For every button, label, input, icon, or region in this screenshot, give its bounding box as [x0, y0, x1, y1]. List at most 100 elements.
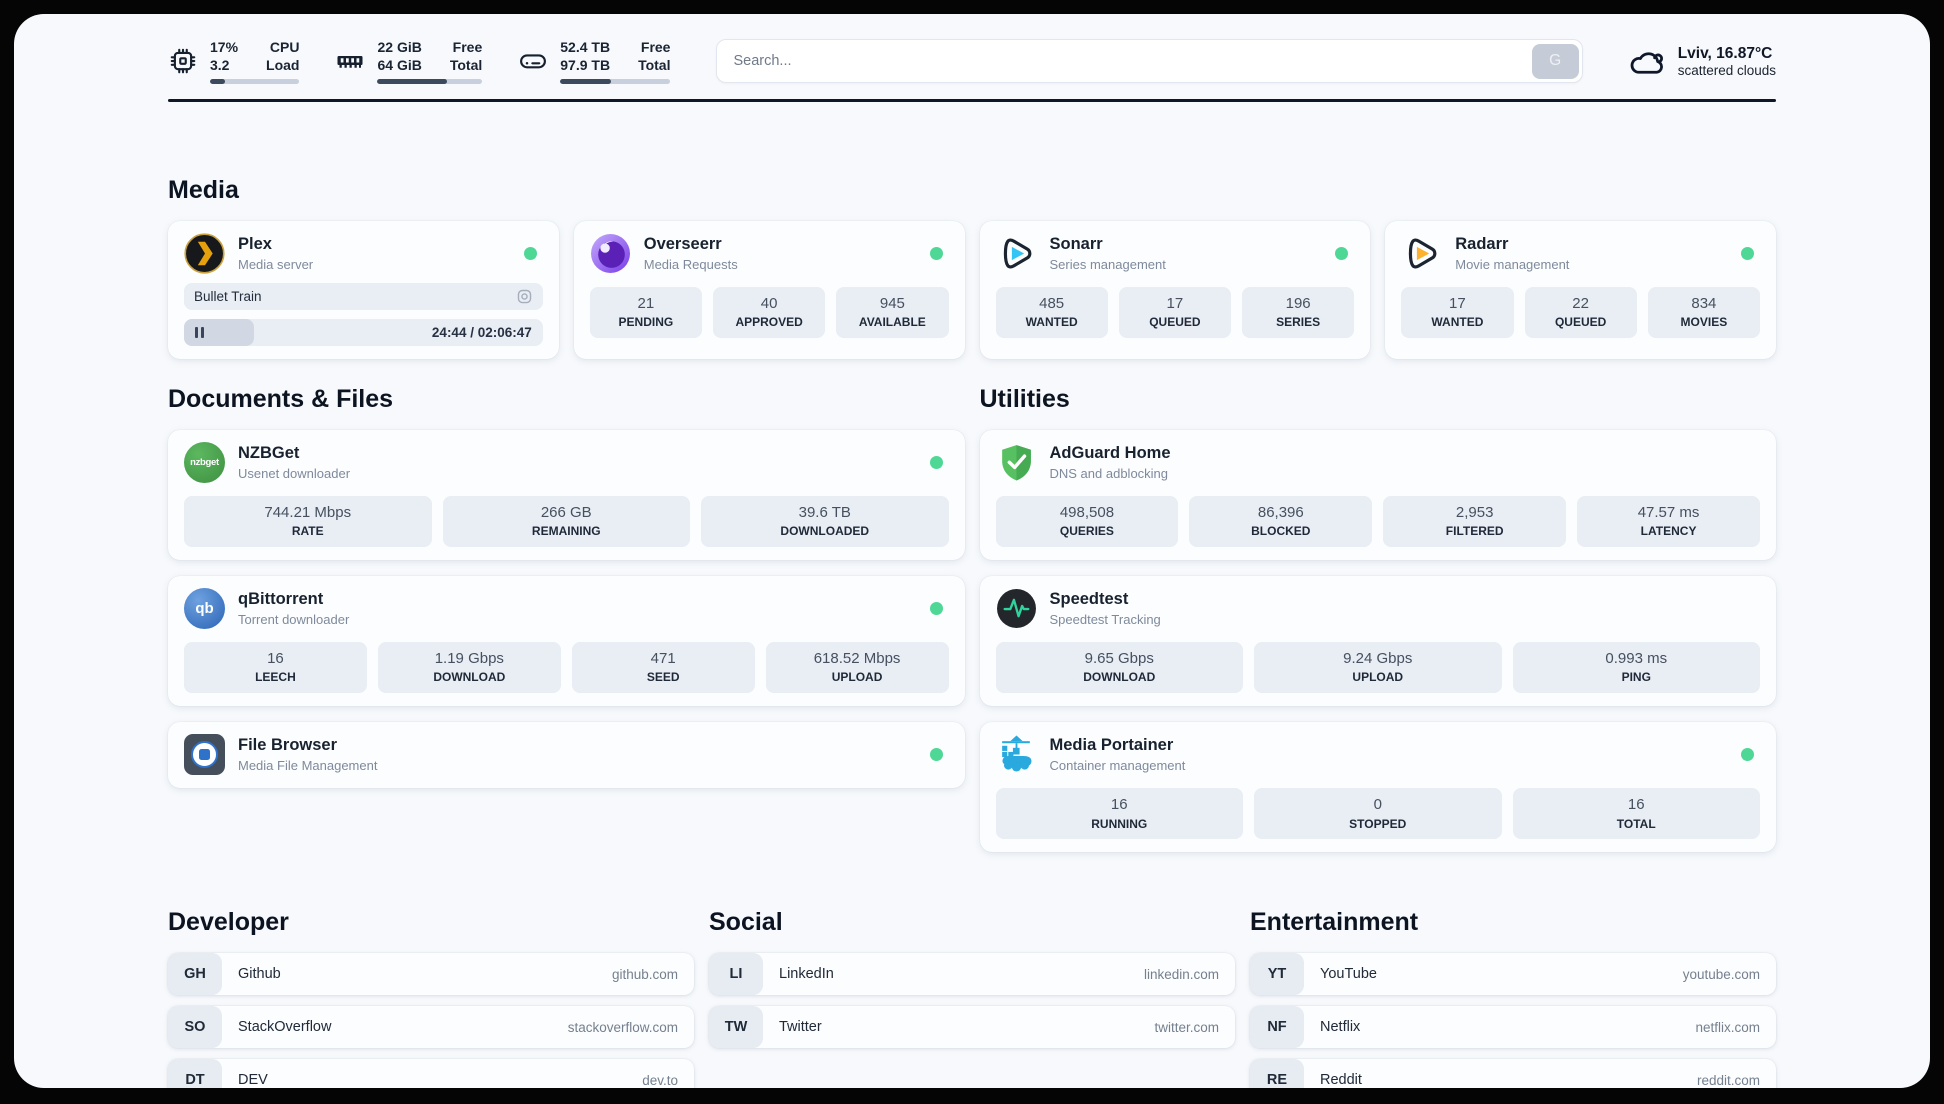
stat-label: DOWNLOAD — [1083, 670, 1156, 685]
link-abbr-badge: YT — [1250, 953, 1304, 996]
stat-row: 21 PENDING 40 APPROVED 945 AVAILABLE — [589, 286, 949, 338]
cpu-chip-icon — [168, 46, 198, 76]
weather-widget[interactable]: Lviv, 16.87°C scattered clouds — [1629, 43, 1776, 80]
stat-label: UPLOAD — [831, 670, 883, 685]
stat-value: 17 — [1449, 294, 1466, 312]
card-header: Media Portainer Container management — [996, 734, 1761, 775]
card-titles: Media Portainer Container management — [1050, 736, 1186, 773]
stat-label: QUEUED — [1149, 315, 1201, 330]
stat-label: BLOCKED — [1251, 524, 1311, 539]
stat-box: 47.57 ms LATENCY — [1577, 495, 1760, 547]
section-title-utilities: Utilities — [979, 384, 1070, 413]
system-stats: 17% CPU 3.2 Load 22 GiB Free 64 GiB Tota… — [168, 38, 671, 85]
service-card-file-browser[interactable]: File Browser Media File Management — [168, 722, 965, 789]
link-name: LinkedIn — [779, 966, 834, 983]
card-titles: Plex Media server — [238, 235, 313, 272]
memory-total-value: 64 GiB — [377, 57, 422, 74]
disk-total-value: 97.9 TB — [560, 57, 611, 74]
pause-icon[interactable] — [195, 326, 205, 338]
cpu-load-label: Load — [266, 57, 300, 74]
link-name: Reddit — [1320, 1072, 1362, 1088]
service-subtitle: Container management — [1049, 757, 1186, 773]
stat-label: SEED — [646, 670, 680, 685]
memory-free-value: 22 GiB — [377, 39, 422, 55]
now-playing-title: Bullet Train — [194, 288, 262, 304]
stat-label: REMAINING — [531, 524, 601, 539]
link-name: Github — [238, 966, 281, 983]
link-row-youtube[interactable]: YT YouTube youtube.com — [1250, 953, 1776, 996]
cast-icon[interactable] — [516, 288, 533, 305]
service-card-sonarr[interactable]: Sonarr Series management 485 WANTED 17 QUEUED… — [979, 220, 1371, 359]
stat-value: 1.19 Gbps — [434, 649, 504, 667]
service-card-nzbget[interactable]: nzbget NZBGet Usenet downloader 744.21 Mbps… — [168, 429, 965, 560]
card-titles: NZBGet Usenet downloader — [238, 444, 350, 481]
link-url: netflix.com — [1695, 1019, 1760, 1035]
portainer-icon — [996, 734, 1037, 775]
link-abbr-badge: RE — [1250, 1059, 1304, 1088]
service-subtitle: Media File Management — [238, 757, 378, 773]
stat-label: QUERIES — [1059, 524, 1114, 539]
stat-label: FILTERED — [1445, 524, 1504, 539]
service-card-qbittorrent[interactable]: qb qBittorrent Torrent downloader 16 LEECH 1.… — [168, 575, 965, 707]
service-name: AdGuard Home — [1049, 443, 1171, 462]
link-sections-row: Developer GH Github github.com SO StackOverfl… — [168, 908, 1776, 1088]
search-provider-button[interactable]: G — [1531, 43, 1579, 79]
link-row-github[interactable]: GH Github github.com — [168, 953, 694, 996]
link-row-dev[interactable]: DT DEV dev.to — [168, 1059, 694, 1088]
link-url: dev.to — [642, 1072, 678, 1088]
card-header: Overseerr Media Requests — [590, 233, 949, 274]
stat-box: 744.21 Mbps RATE — [184, 495, 432, 547]
disk-stat-widget: 52.4 TB Free 97.9 TB Total — [518, 38, 671, 85]
stat-row: 9.65 Gbps DOWNLOAD 9.24 Gbps UPLOAD 0.993 ms… — [995, 641, 1760, 694]
stat-box: 945 AVAILABLE — [836, 286, 949, 338]
service-card-radarr[interactable]: Radarr Movie management 17 WANTED 22 QUEUED 83… — [1385, 220, 1776, 359]
stat-value: 9.24 Gbps — [1343, 649, 1413, 667]
stat-value: 471 — [650, 649, 676, 667]
search-bar: G — [716, 39, 1583, 84]
player-progress-row[interactable]: 24:44 / 02:06:47 — [184, 318, 543, 346]
now-playing-row[interactable]: Bullet Train — [184, 282, 543, 310]
stat-box: 471 SEED — [571, 641, 755, 694]
online-status-dot — [929, 246, 943, 260]
link-name: Twitter — [779, 1019, 822, 1036]
stat-box: 9.65 Gbps DOWNLOAD — [995, 641, 1243, 694]
stat-value: 0.993 ms — [1605, 649, 1668, 667]
link-row-linkedin[interactable]: LI LinkedIn linkedin.com — [709, 953, 1235, 996]
link-name: StackOverflow — [238, 1019, 332, 1036]
stat-label: RATE — [291, 524, 324, 539]
stat-value: 0 — [1373, 796, 1382, 814]
link-row-twitter[interactable]: TW Twitter twitter.com — [709, 1006, 1235, 1049]
online-status-dot — [1741, 246, 1754, 260]
link-url: stackoverflow.com — [567, 1019, 678, 1035]
link-row-reddit[interactable]: RE Reddit reddit.com — [1250, 1059, 1776, 1088]
link-row-netflix[interactable]: NF Netflix netflix.com — [1250, 1006, 1776, 1049]
memory-stat-widget: 22 GiB Free 64 GiB Total — [335, 38, 483, 85]
cloud-icon — [1629, 43, 1666, 80]
card-titles: File Browser Media File Management — [238, 736, 377, 773]
service-name: NZBGet — [238, 443, 300, 462]
service-card-overseerr[interactable]: Overseerr Media Requests 21 PENDING 40 APPROV… — [573, 220, 965, 359]
service-name: Radarr — [1455, 234, 1509, 253]
topbar: 17% CPU 3.2 Load 22 GiB Free 64 GiB Tota… — [168, 38, 1776, 85]
service-name: Overseerr — [643, 234, 722, 253]
service-name: File Browser — [238, 736, 338, 755]
weather-location-temp: Lviv, 16.87°C — [1677, 45, 1773, 62]
service-card-adguard-home[interactable]: AdGuard Home DNS and adblocking 498,508 QUE… — [979, 429, 1776, 560]
link-url: reddit.com — [1696, 1072, 1760, 1088]
stat-row: 744.21 Mbps RATE 266 GB REMAINING 39.6 TB DOW… — [184, 495, 949, 547]
service-card-media-portainer[interactable]: Media Portainer Container management 16 RUN… — [979, 722, 1776, 853]
section-title-developer: Developer — [168, 908, 289, 937]
service-card-plex[interactable]: Plex Media server Bullet Train 24:44 / 02:0… — [168, 220, 559, 359]
service-card-speedtest[interactable]: Speedtest Speedtest Tracking 9.65 Gbps DOWN… — [979, 575, 1776, 707]
link-abbr-badge: GH — [168, 953, 222, 996]
section-developer: Developer GH Github github.com SO StackOverfl… — [168, 908, 694, 1088]
stat-row: 16 LEECH 1.19 Gbps DOWNLOAD 471 SEED 618.52 Mb… — [184, 641, 949, 694]
link-name: DEV — [238, 1072, 268, 1088]
cpu-progress-fill — [210, 79, 226, 85]
stat-value: 618.52 Mbps — [813, 649, 901, 667]
documents-cards-stack: nzbget NZBGet Usenet downloader 744.21 Mbps… — [168, 429, 965, 789]
search-input[interactable] — [717, 53, 1532, 70]
link-row-stackoverflow[interactable]: SO StackOverflow stackoverflow.com — [168, 1006, 694, 1049]
stat-value: 22 — [1572, 294, 1589, 312]
stat-value: 945 — [879, 294, 905, 312]
